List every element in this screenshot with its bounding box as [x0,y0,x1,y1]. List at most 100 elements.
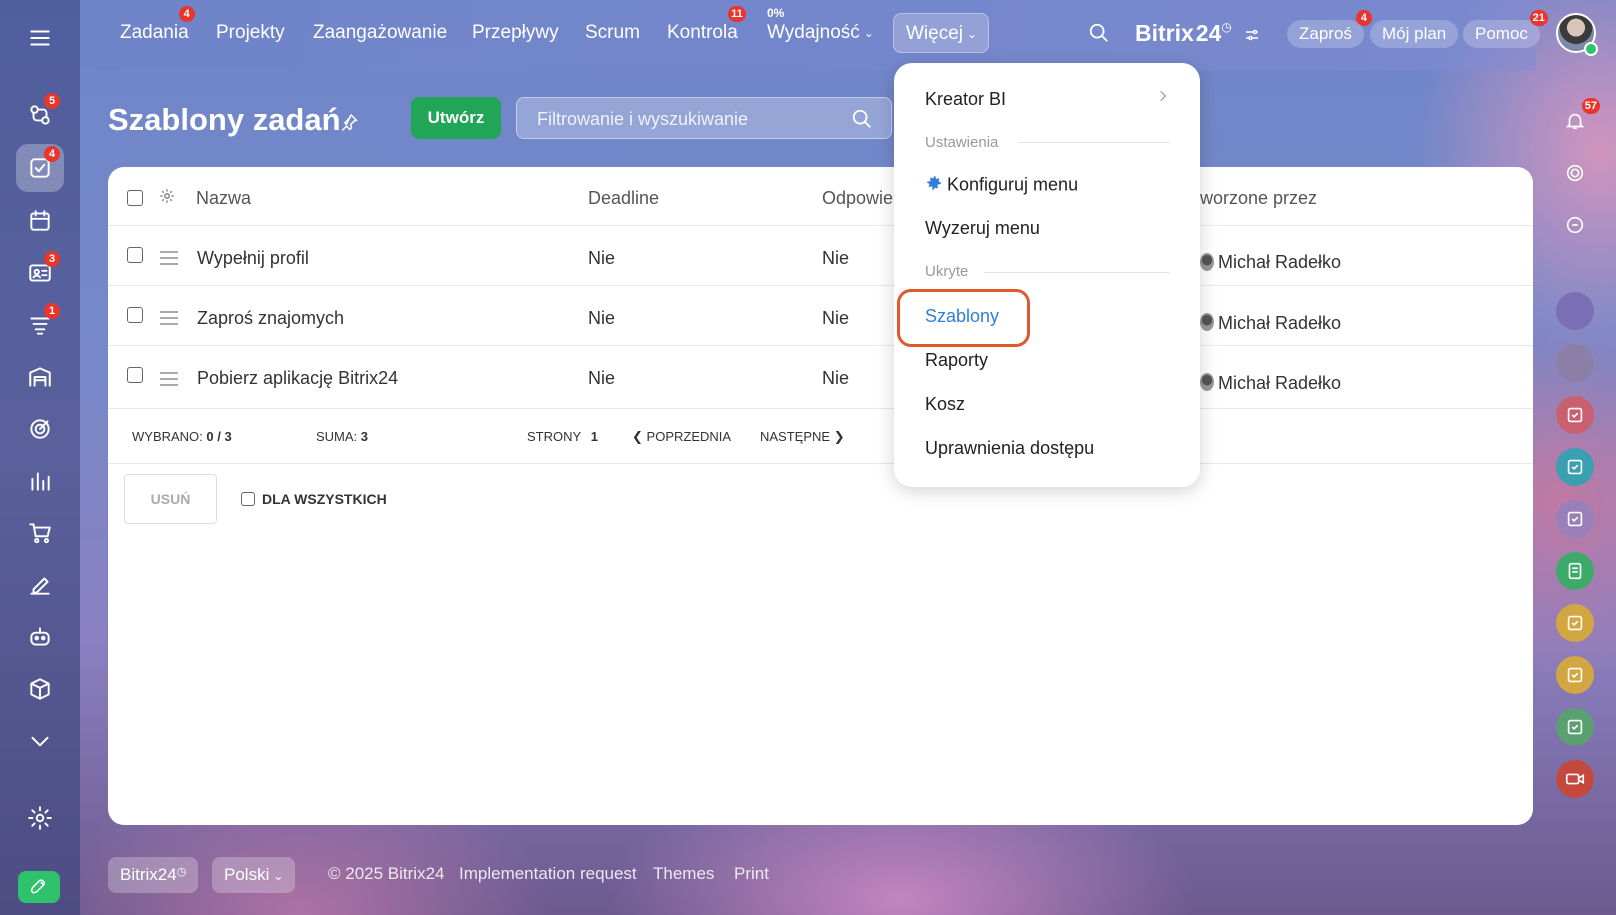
sidebar-item-crm[interactable]: 3 [16,249,64,297]
row-responsible: Nie [822,248,850,268]
column-header-created-by[interactable]: worzone przez [1200,188,1317,209]
page-title: Szablony zadań [108,102,341,137]
sidebar-item-analytics[interactable] [16,457,64,505]
recent-task-button[interactable] [1556,396,1594,434]
bell-icon [1565,113,1585,130]
nav-item-przeplywy[interactable]: Przepływy [472,22,559,44]
nav-item-projekty[interactable]: Projekty [216,22,285,44]
sidebar-item-sign[interactable] [16,561,64,609]
sidebar-item-tasks[interactable]: 4 [16,144,64,192]
brand-logo[interactable]: Bitrix24◷ [1135,20,1232,47]
nav-item-zadania[interactable]: Zadania 4 [120,6,195,44]
chat-button[interactable] [1556,206,1594,244]
select-all-checkbox[interactable] [127,190,143,206]
nav-item-scrum[interactable]: Scrum [585,22,640,44]
nav-more-button[interactable]: Więcej ⌄ [893,13,989,53]
sidebar-item-calendar[interactable] [16,197,64,245]
row-created-by[interactable]: Michał Radełko [1218,373,1341,394]
recent-task-button[interactable] [1556,500,1594,538]
for-all-checkbox[interactable] [241,492,255,506]
delete-button[interactable]: USUŃ [124,474,217,524]
divider [1018,142,1170,143]
drag-handle-icon[interactable] [160,311,178,329]
recent-task-button[interactable] [1556,448,1594,486]
menu-item-reports[interactable]: Raporty [925,350,988,371]
menu-item-bi-builder[interactable]: Kreator BI [925,89,1006,110]
nav-label: Zaangażowanie [313,22,448,43]
footer-link-themes[interactable]: Themes [653,864,714,884]
row-checkbox[interactable] [127,367,143,383]
sidebar-item-feed[interactable]: 1 [16,301,64,349]
nav-item-zaangazowanie[interactable]: Zaangażowanie [313,22,447,44]
next-page-button[interactable]: NASTĘPNE ❯ [760,429,845,445]
column-header-deadline[interactable]: Deadline [588,188,659,209]
footer-brand-button[interactable]: Bitrix24◷ [108,857,199,893]
recent-task-button[interactable] [1556,604,1594,642]
drag-handle-icon[interactable] [160,372,178,390]
for-all-label: DLA WSZYSTKICH [262,491,387,507]
templates-grid: Nazwa Deadline Odpowie worzone przez Wyp… [108,167,1533,825]
footer-link-print[interactable]: Print [734,864,769,884]
sidebar-item-goals[interactable] [16,405,64,453]
menu-item-configure[interactable]: Konfiguruj menu [925,174,1078,197]
row-name-link[interactable]: Wypełnij profil [197,248,309,269]
pages-value[interactable]: 1 [591,429,598,444]
sidebar-item-shop[interactable] [16,509,64,557]
global-search-button[interactable] [1088,22,1110,49]
gear-icon [28,806,52,830]
invite-button[interactable]: Zaproś 4 [1287,10,1372,48]
chevron-down-icon: ⌄ [967,26,978,41]
notifications-button[interactable]: 57 [1556,98,1600,140]
sidebar-settings-button[interactable] [16,794,64,842]
recent-chat-avatar[interactable] [1556,292,1594,330]
row-created-by[interactable]: Michał Radełko [1218,252,1341,273]
settings-tune-button[interactable] [1243,26,1261,49]
clock-icon: ◷ [1221,20,1232,34]
selected-label: WYBRANO: [132,429,203,444]
row-name-link[interactable]: Zaproś znajomych [197,308,344,329]
clock-icon: ◷ [176,866,187,878]
recent-doc-button[interactable] [1556,552,1594,590]
prev-page-button[interactable]: ❮ POPRZEDNIA [632,429,731,445]
recent-task-button[interactable] [1556,656,1594,694]
nav-label: Więcej [906,23,964,44]
row-checkbox[interactable] [127,307,143,323]
footer-brand-label: Bitrix24 [120,865,177,884]
row-name-link[interactable]: Pobierz aplikację Bitrix24 [197,368,398,389]
menu-item-templates[interactable]: Szablony [925,306,999,327]
menu-item-permissions[interactable]: Uprawnienia dostępu [925,438,1094,459]
menu-item-trash[interactable]: Kosz [925,394,965,415]
language-select[interactable]: Polski ⌄ [212,857,296,893]
row-created-by[interactable]: Michał Radełko [1218,313,1341,334]
divider [108,285,1533,286]
copilot-button[interactable] [1556,154,1594,192]
rocket-button[interactable] [18,871,60,903]
right-sidebar: 57 [1536,70,1616,915]
sidebar-item-market[interactable] [16,665,64,713]
video-call-button[interactable] [1556,760,1594,798]
sidebar-item-store[interactable] [16,353,64,401]
grid-settings-button[interactable] [158,187,176,210]
sidebar-item-collab[interactable]: 5 [16,91,64,139]
row-checkbox[interactable] [127,247,143,263]
column-header-name[interactable]: Nazwa [196,188,251,209]
menu-item-label: Szablony [925,306,1000,326]
user-avatar [1200,373,1214,391]
menu-item-reset[interactable]: Wyzeruj menu [925,218,1040,239]
nav-item-wydajnosc[interactable]: Wydajność ⌄ [767,22,874,44]
create-button[interactable]: Utwórz [411,97,501,139]
footer-link-implementation[interactable]: Implementation request [459,864,637,884]
recent-task-button[interactable] [1556,708,1594,746]
chevron-down-icon: ⌄ [863,25,874,40]
sidebar-expand-button[interactable] [16,717,64,765]
column-header-responsible[interactable]: Odpowie [822,188,893,209]
nav-item-kontrola[interactable]: Kontrola 11 [667,6,746,44]
menu-toggle-button[interactable] [16,14,64,62]
my-plan-button[interactable]: Mój plan [1370,20,1459,48]
sidebar-item-bot[interactable] [16,613,64,661]
recent-chat-avatar[interactable] [1556,344,1594,382]
pin-button[interactable] [339,112,359,137]
filter-search-input[interactable]: Filtrowanie i wyszukiwanie [516,97,892,139]
drag-handle-icon[interactable] [160,251,178,269]
help-button[interactable]: Pomoc 21 [1463,10,1548,48]
